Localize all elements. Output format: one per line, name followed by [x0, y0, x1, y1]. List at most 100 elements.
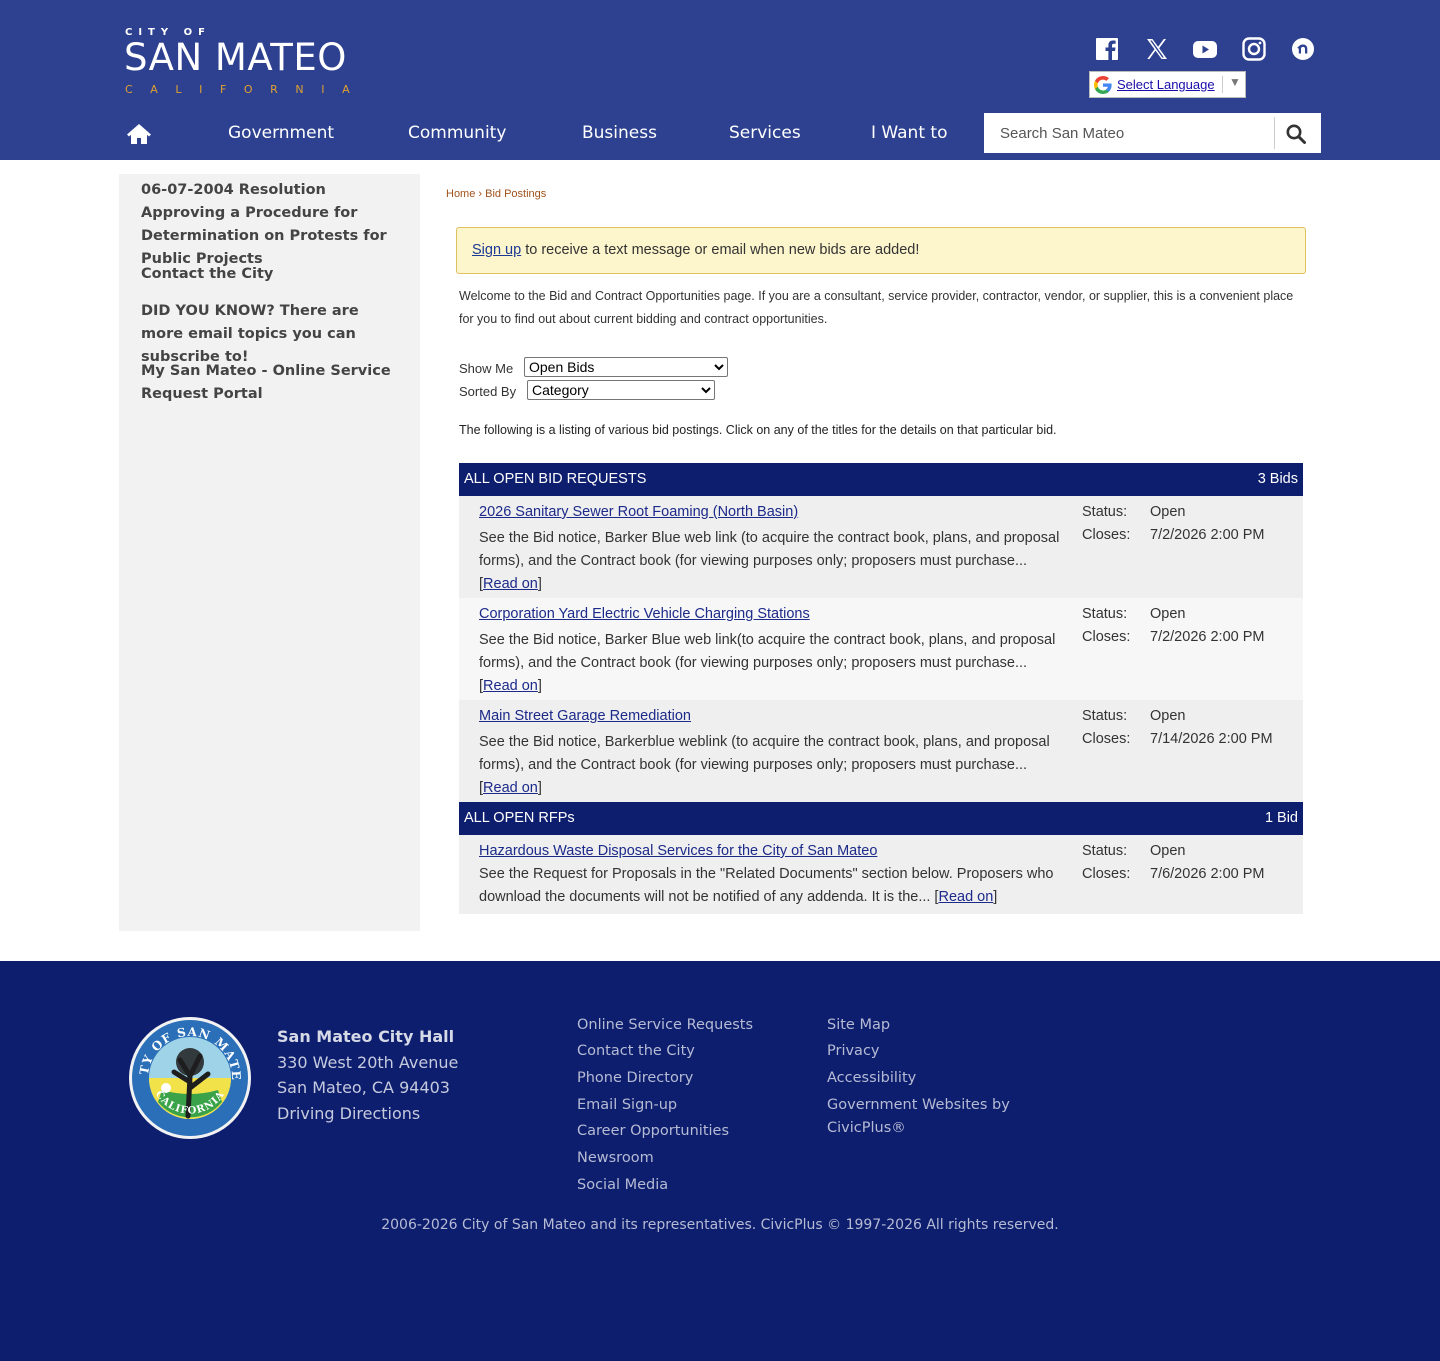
bid-description-text: See the Bid notice, Barkerblue weblink (…: [479, 734, 1050, 773]
status-value: Open: [1150, 606, 1186, 622]
bid-title-link[interactable]: Main Street Garage Remediation: [479, 708, 691, 724]
bid-title-link[interactable]: Corporation Yard Electric Vehicle Chargi…: [479, 606, 810, 622]
closes-value: 7/14/2026 2:00 PM: [1150, 731, 1273, 747]
search-divider: [1274, 117, 1275, 149]
bid-description-text: See the Bid notice, Barker Blue web link…: [479, 530, 1060, 569]
bid-description: See the Bid notice, Barker Blue web link…: [479, 530, 1060, 592]
category-title: ALL OPEN RFPs: [464, 810, 575, 826]
closes-value: 7/2/2026 2:00 PM: [1150, 629, 1265, 645]
sidebar: 06-07-2004 Resolution Approving a Proced…: [119, 174, 420, 931]
footer-link-contact-the-city[interactable]: Contact the City: [577, 1043, 695, 1059]
nav-government[interactable]: Government: [228, 123, 334, 143]
listing-note: The following is a listing of various bi…: [459, 423, 1057, 437]
read-on-link[interactable]: Read on: [483, 780, 538, 796]
logo-line-2: SAN MATEO: [124, 36, 347, 79]
logo-line-3: CALIFORNIA: [125, 83, 368, 96]
translate-divider: [1222, 76, 1223, 93]
sorted-by-select[interactable]: Category: [527, 380, 715, 400]
sidebar-item-did-you-know[interactable]: DID YOU KNOW? There are more email topic…: [141, 300, 403, 369]
footer-link-career-opportunities[interactable]: Career Opportunities: [577, 1123, 729, 1139]
site-footer: CITY OF SAN MATEO CALIFORNIA San Mateo C…: [0, 961, 1440, 1361]
category-count: 1 Bid: [1264, 810, 1298, 826]
nav-business[interactable]: Business: [582, 123, 657, 143]
dropdown-arrow-icon[interactable]: ▼: [1229, 75, 1241, 89]
closes-label: Closes:: [1082, 866, 1131, 882]
bid-row: Main Street Garage Remediation See the B…: [459, 700, 1303, 802]
city-seal-logo[interactable]: CITY OF SAN MATEO CALIFORNIA: [128, 1016, 252, 1140]
bid-title-link[interactable]: Hazardous Waste Disposal Services for th…: [479, 843, 877, 859]
footer-link-phone-directory[interactable]: Phone Directory: [577, 1070, 693, 1086]
bid-description-text: See the Bid notice, Barker Blue web link…: [479, 632, 1056, 671]
site-header: CITY OF SAN MATEO CALIFORNIA Select Lang…: [0, 0, 1440, 160]
status-value: Open: [1150, 843, 1186, 859]
nextdoor-icon[interactable]: [1290, 36, 1316, 62]
sidebar-item-resolution[interactable]: 06-07-2004 Resolution Approving a Proced…: [141, 179, 403, 271]
city-hall-address-1: 330 West 20th Avenue: [277, 1053, 459, 1072]
bid-description: See the Request for Proposals in the "Re…: [479, 866, 1054, 905]
status-value: Open: [1150, 708, 1186, 724]
closes-value: 7/6/2026 2:00 PM: [1150, 866, 1265, 882]
footer-link-online-service-requests[interactable]: Online Service Requests: [577, 1017, 753, 1033]
breadcrumb-home[interactable]: Home: [446, 188, 475, 200]
breadcrumb: Home › Bid Postings: [446, 188, 546, 200]
closes-label: Closes:: [1082, 527, 1131, 543]
status-label: Status:: [1082, 606, 1128, 622]
bid-title-link[interactable]: 2026 Sanitary Sewer Root Foaming (North …: [479, 504, 798, 520]
x-twitter-icon[interactable]: [1144, 36, 1170, 62]
read-on-link[interactable]: Read on: [483, 576, 538, 592]
read-on-link[interactable]: Read on: [483, 678, 538, 694]
status-label: Status:: [1082, 504, 1128, 520]
intro-text: Welcome to the Bid and Contract Opportun…: [459, 289, 1294, 326]
footer-link-newsroom[interactable]: Newsroom: [577, 1150, 654, 1166]
select-language-link[interactable]: Select Language: [1117, 77, 1215, 92]
closes-value: 7/2/2026 2:00 PM: [1150, 527, 1265, 543]
city-hall-name: San Mateo City Hall: [277, 1027, 455, 1046]
closes-label: Closes:: [1082, 629, 1131, 645]
bid-description: See the Bid notice, Barkerblue weblink (…: [479, 734, 1050, 796]
show-me-label: Show Me: [459, 361, 514, 376]
footer-link-privacy[interactable]: Privacy: [827, 1043, 880, 1059]
nav-community[interactable]: Community: [408, 123, 506, 143]
footer-link-accessibility[interactable]: Accessibility: [827, 1070, 916, 1086]
bid-description: See the Bid notice, Barker Blue web link…: [479, 632, 1056, 694]
nav-i-want-to[interactable]: I Want to: [871, 123, 947, 143]
site-search: [984, 113, 1321, 153]
home-icon[interactable]: [126, 122, 152, 146]
sidebar-item-contact[interactable]: Contact the City: [141, 263, 403, 286]
read-on-link[interactable]: Read on: [938, 889, 993, 905]
google-g-icon: [1094, 76, 1112, 94]
breadcrumb-current[interactable]: Bid Postings: [485, 188, 546, 200]
sign-up-link[interactable]: Sign up: [472, 242, 521, 258]
sidebar-item-my-san-mateo[interactable]: My San Mateo - Online Service Request Po…: [141, 360, 403, 406]
instagram-icon[interactable]: [1241, 36, 1267, 62]
category-title: ALL OPEN BID REQUESTS: [464, 471, 647, 487]
footer-link-civicplus[interactable]: CivicPlus®: [827, 1120, 906, 1136]
bid-row: Corporation Yard Electric Vehicle Chargi…: [459, 598, 1303, 700]
sorted-by-label: Sorted By: [459, 384, 517, 399]
youtube-icon[interactable]: [1192, 36, 1218, 62]
search-icon[interactable]: [1285, 123, 1307, 145]
signup-alert: Sign up to receive a text message or ema…: [456, 227, 1306, 274]
show-me-select[interactable]: Open Bids: [524, 357, 728, 377]
status-label: Status:: [1082, 708, 1128, 724]
city-hall-address-2: San Mateo, CA 94403: [277, 1078, 450, 1097]
google-translate-widget[interactable]: Select Language ▼: [1089, 71, 1246, 98]
nav-services[interactable]: Services: [729, 123, 801, 143]
copyright: 2006-2026 City of San Mateo and its repr…: [381, 1217, 1059, 1233]
city-logo[interactable]: CITY OF SAN MATEO CALIFORNIA: [124, 27, 364, 99]
category-count: 3 Bids: [1257, 471, 1298, 487]
category-header: ALL OPEN BID REQUESTS 3 Bids: [459, 463, 1303, 496]
facebook-icon[interactable]: [1094, 36, 1120, 62]
driving-directions-link[interactable]: Driving Directions: [277, 1104, 420, 1123]
search-input[interactable]: [984, 113, 1274, 153]
main-navigation: Government Community Business Services I…: [0, 113, 980, 154]
status-label: Status:: [1082, 843, 1128, 859]
category-header: ALL OPEN RFPs 1 Bid: [459, 802, 1303, 835]
footer-link-social-media[interactable]: Social Media: [577, 1177, 668, 1193]
status-value: Open: [1150, 504, 1186, 520]
footer-link-site-map[interactable]: Site Map: [827, 1017, 890, 1033]
footer-link-email-sign-up[interactable]: Email Sign-up: [577, 1097, 677, 1113]
bid-row: 2026 Sanitary Sewer Root Foaming (North …: [459, 496, 1303, 598]
footer-link-government-websites-by[interactable]: Government Websites by: [827, 1097, 1010, 1113]
breadcrumb-separator: ›: [475, 188, 486, 200]
